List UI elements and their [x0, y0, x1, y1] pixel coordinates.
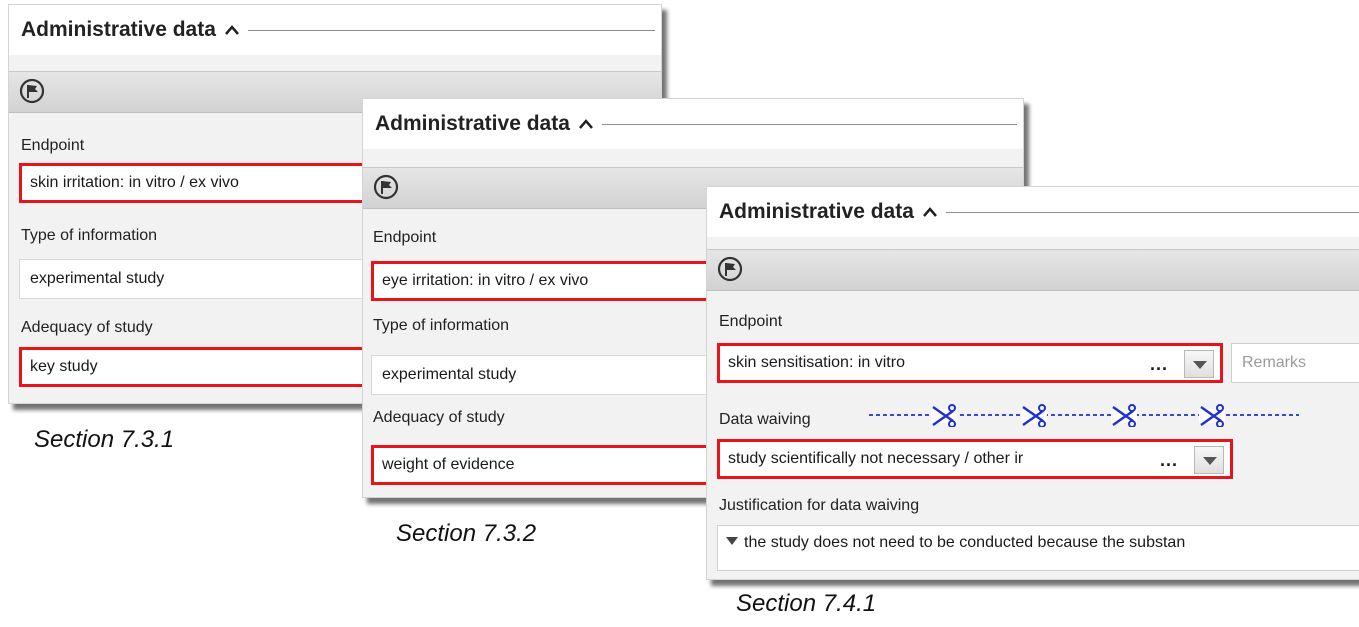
panel-title: Administrative data — [375, 112, 570, 135]
scissors-icon — [1021, 404, 1047, 427]
scissors-icon — [1199, 404, 1225, 427]
caption-section-7-3-2: Section 7.3.2 — [396, 520, 537, 547]
header-divider — [945, 211, 1359, 213]
type-of-information-label: Type of information — [373, 317, 510, 334]
adequacy-field[interactable]: weight of evidence — [371, 445, 721, 485]
type-of-information-value: experimental study — [30, 270, 165, 287]
adequacy-value: weight of evidence — [382, 456, 515, 473]
adequacy-field[interactable]: key study — [19, 347, 369, 387]
caret-up-icon[interactable] — [224, 23, 240, 37]
caption-section-7-4-1: Section 7.4.1 — [736, 590, 877, 617]
panel-header: Administrative data — [363, 99, 1023, 149]
type-of-information-field[interactable]: experimental study — [19, 259, 369, 299]
endpoint-value: skin irritation: in vitro / ex vivo — [30, 174, 239, 191]
flag-toolbar — [707, 249, 1359, 291]
endpoint-value: eye irritation: in vitro / ex vivo — [382, 272, 589, 289]
flag-circle-icon[interactable] — [19, 78, 45, 104]
header-divider — [247, 29, 655, 31]
data-waiving-value: study scientifically not necessary / oth… — [728, 450, 1024, 467]
scissors-icon — [931, 404, 957, 427]
header-divider — [601, 123, 1017, 125]
type-of-information-label: Type of information — [21, 227, 158, 244]
endpoint-field[interactable]: eye irritation: in vitro / ex vivo — [371, 261, 721, 301]
flag-circle-icon[interactable] — [373, 174, 399, 200]
endpoint-label: Endpoint — [21, 137, 85, 154]
flag-circle-icon[interactable] — [717, 256, 743, 282]
justification-label: Justification for data waiving — [719, 497, 920, 514]
caret-up-icon[interactable] — [922, 205, 938, 219]
type-of-information-field[interactable]: experimental study — [371, 355, 721, 395]
endpoint-ellipsis[interactable]: ... — [1150, 354, 1168, 375]
justification-field[interactable]: the study does not need to be conducted … — [717, 525, 1359, 571]
adequacy-label: Adequacy of study — [373, 409, 505, 426]
triangle-down-icon[interactable] — [1184, 350, 1214, 378]
panel-title: Administrative data — [21, 18, 216, 41]
data-waiving-field[interactable]: study scientifically not necessary / oth… — [717, 439, 1233, 479]
justification-value: the study does not need to be conducted … — [744, 534, 1186, 551]
caption-section-7-3-1: Section 7.3.1 — [34, 426, 175, 453]
endpoint-label: Endpoint — [719, 313, 783, 330]
type-of-information-value: experimental study — [382, 366, 517, 383]
panel-title: Administrative data — [719, 200, 914, 223]
remarks-placeholder: Remarks — [1242, 354, 1307, 371]
endpoint-label: Endpoint — [373, 229, 437, 246]
adequacy-value: key study — [30, 358, 98, 375]
admin-panel-7-4-1: Administrative data Endpoint skin sensit… — [706, 186, 1359, 580]
caret-up-icon[interactable] — [578, 117, 594, 131]
adequacy-label: Adequacy of study — [21, 319, 153, 336]
triangle-down-icon[interactable] — [1194, 446, 1224, 474]
panel-header: Administrative data — [9, 5, 661, 55]
data-waiving-ellipsis[interactable]: ... — [1160, 450, 1178, 471]
triangle-down-icon[interactable] — [726, 537, 738, 545]
endpoint-field[interactable]: skin sensitisation: in vitro ... — [717, 343, 1223, 383]
endpoint-field[interactable]: skin irritation: in vitro / ex vivo — [19, 163, 369, 203]
remarks-field[interactable]: Remarks — [1231, 343, 1359, 383]
endpoint-value: skin sensitisation: in vitro — [728, 354, 905, 371]
scissors-icon — [1111, 404, 1137, 427]
panel-header: Administrative data — [707, 187, 1359, 237]
scissors-cut-line — [869, 404, 1299, 427]
data-waiving-label: Data waiving — [719, 411, 811, 428]
